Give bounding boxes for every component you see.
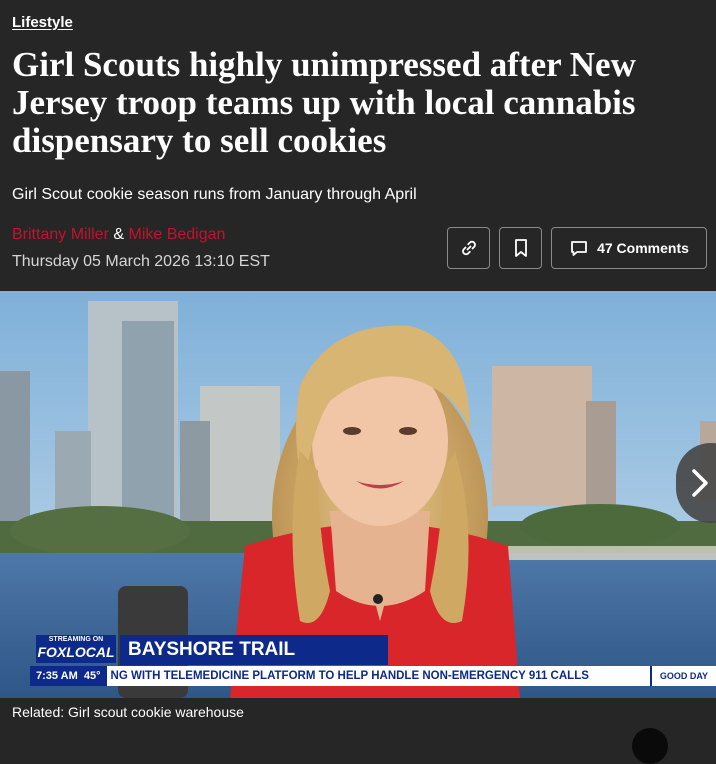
bookmark-button[interactable]: [499, 227, 542, 269]
show-title: BAYSHORE TRAIL: [128, 639, 296, 660]
author-link-1[interactable]: Brittany Miller: [12, 226, 109, 243]
streaming-label: STREAMING ON: [48, 636, 104, 643]
ticker-time: 7:35 AM: [36, 670, 78, 682]
category-link[interactable]: Lifestyle: [12, 14, 73, 31]
publish-date: Thursday 05 March 2026 13:10 EST: [12, 253, 270, 270]
ticker-temperature: 45°: [83, 670, 101, 682]
comment-icon: [571, 241, 587, 256]
copy-link-button[interactable]: [447, 227, 490, 269]
network-label: FOXLOCAL: [37, 644, 115, 660]
comments-button[interactable]: 47 Comments: [551, 227, 707, 269]
author-link-2[interactable]: Mike Bedigan: [128, 226, 225, 243]
article-headline: Girl Scouts highly unimpressed after New…: [12, 45, 636, 160]
bookmark-icon: [514, 239, 527, 257]
related-caption: Related: Girl scout cookie warehouse: [12, 704, 244, 720]
floating-action-button[interactable]: [632, 728, 668, 764]
ticker-text: NG WITH TELEMEDICINE PLATFORM TO HELP HA…: [110, 670, 589, 682]
chevron-right-icon: [692, 469, 708, 497]
network-badge: STREAMING ON FOXLOCAL: [36, 635, 116, 663]
ticker-clock: 7:35 AM 45°: [30, 666, 107, 686]
article-subheading: Girl Scout cookie season runs from Janua…: [12, 186, 417, 203]
hero-video-frame[interactable]: STREAMING ON FOXLOCAL BAYSHORE TRAIL 7:3…: [0, 291, 716, 698]
program-tag: GOOD DAY: [649, 666, 716, 686]
author-separator: &: [113, 226, 125, 243]
comments-count-label: 47 Comments: [597, 240, 689, 256]
news-ticker: 7:35 AM 45° NG WITH TELEMEDICINE PLATFOR…: [30, 666, 716, 686]
link-icon: [461, 240, 476, 256]
byline: Brittany Miller & Mike Bedigan: [12, 226, 225, 244]
show-title-bar: BAYSHORE TRAIL: [120, 635, 388, 665]
